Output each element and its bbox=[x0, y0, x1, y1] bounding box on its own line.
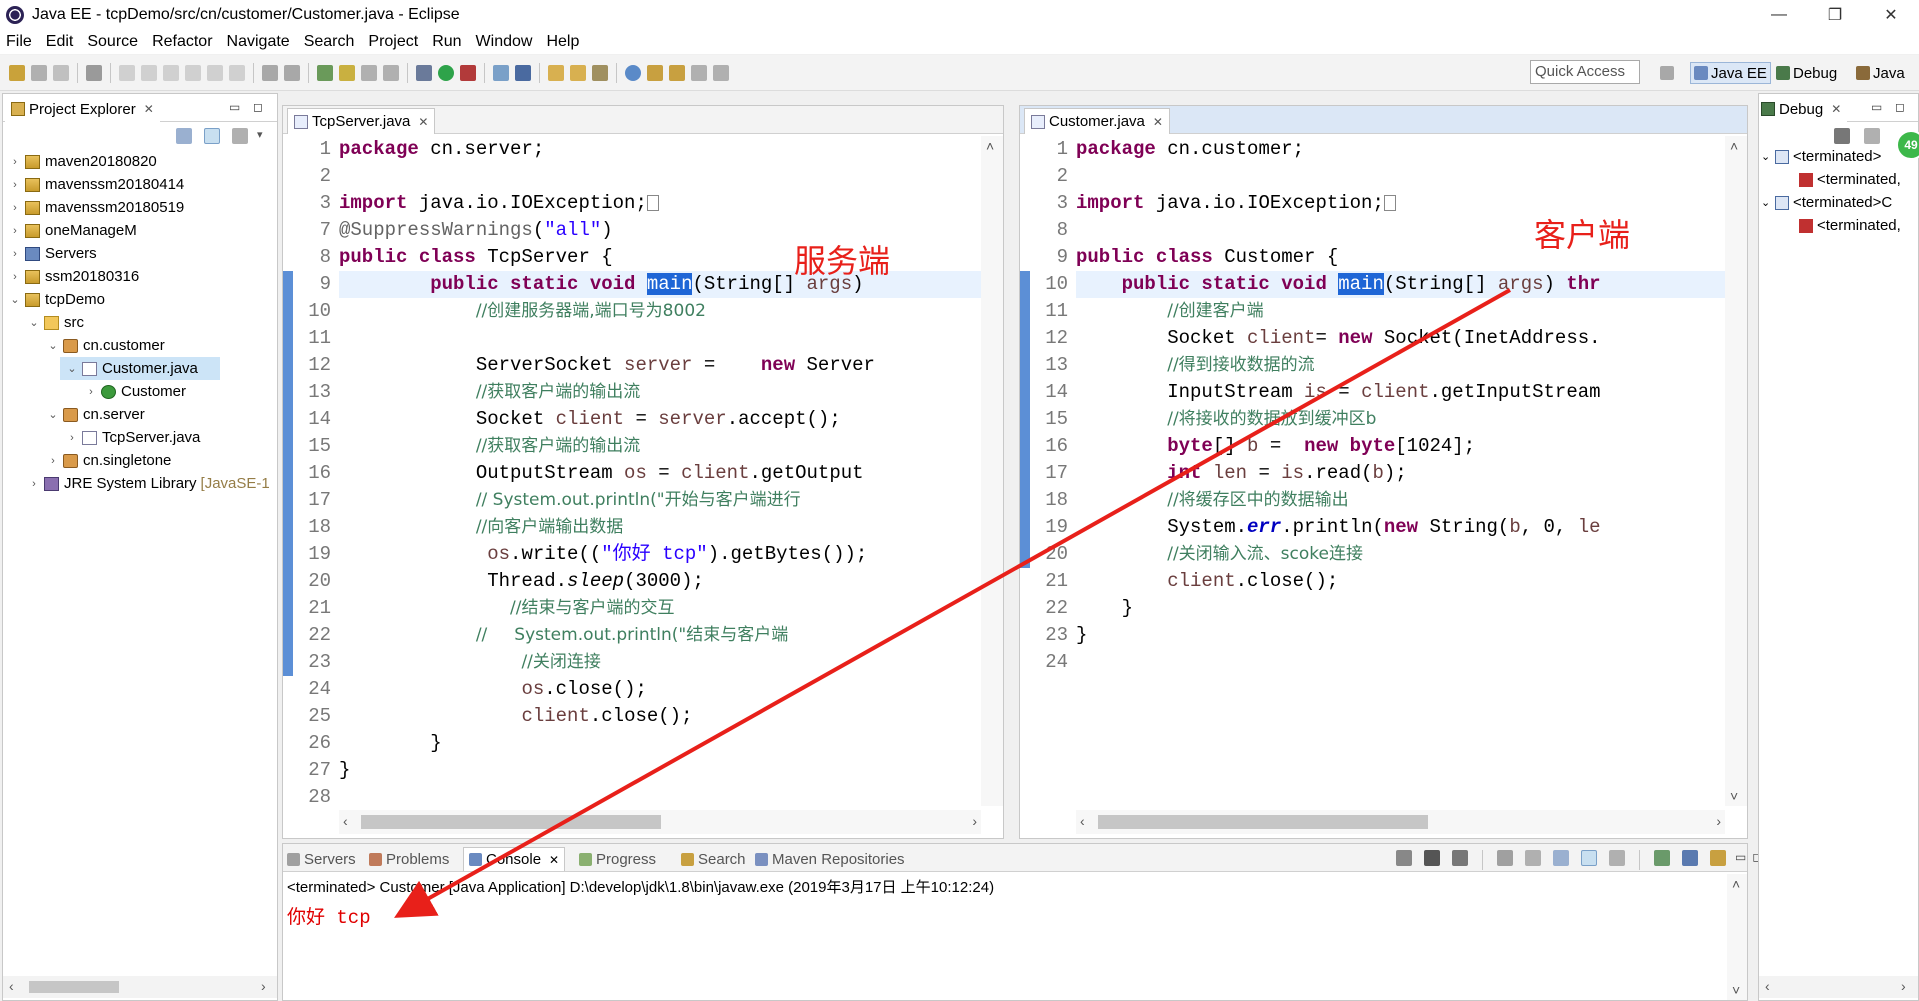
annotation-arrow bbox=[394, 288, 1511, 918]
eclipse-window: Java EE - tcpDemo/src/cn/customer/Custom… bbox=[0, 0, 1919, 1001]
